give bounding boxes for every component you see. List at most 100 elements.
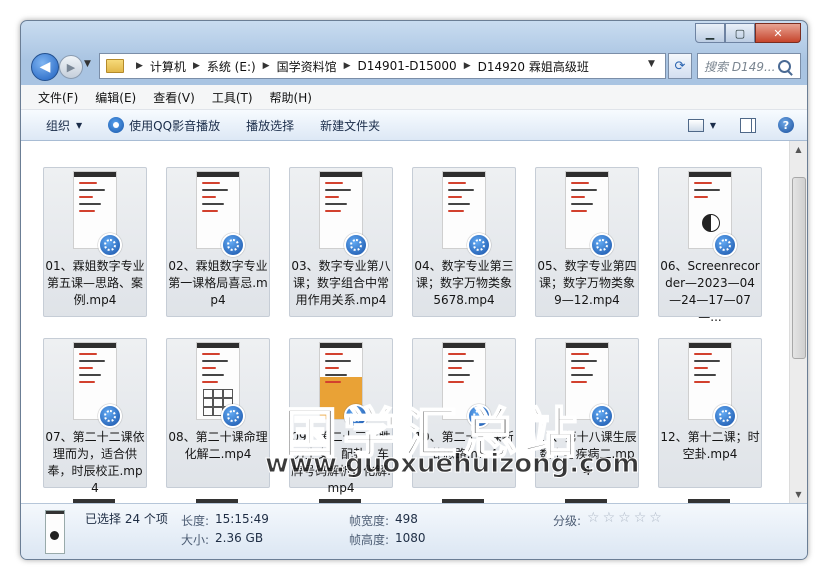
frame-width-value: 498 [395, 512, 418, 526]
file-item[interactable]: 03、数字专业第八课；数字组合中常用作用关系.mp4 [289, 167, 393, 319]
qq-player-icon [467, 233, 491, 257]
selection-thumbnail [45, 510, 65, 554]
file-item[interactable]: 12、第十二课；时空卦.mp4 [658, 338, 762, 490]
file-item[interactable]: 06、Screenrecorder—2023—04—24—17—07—... [658, 167, 762, 324]
chevron-right-icon[interactable]: ▶ [263, 61, 270, 71]
maximize-button[interactable]: ▢ [725, 23, 755, 43]
preview-pane-icon[interactable] [740, 117, 756, 133]
organize-button[interactable]: 组织 ▼ [46, 117, 82, 134]
file-item[interactable]: 07、第二十二课依理而为，适合供奉，时辰校正.mp4 [43, 338, 147, 495]
chevron-right-icon[interactable]: ▶ [344, 61, 351, 71]
file-item[interactable]: 02、霖姐数字专业第一课格局喜忌.mp4 [166, 167, 270, 319]
forward-arrow-icon: ▶ [66, 60, 76, 74]
scroll-down-icon[interactable]: ▼ [790, 486, 807, 503]
selected-count: 已选择 24 个项 [85, 512, 168, 526]
back-button[interactable]: ◀ [31, 53, 59, 81]
breadcrumb-library[interactable]: 国学资料馆 [276, 58, 338, 75]
rating-label: 分级: [553, 514, 582, 528]
menu-edit[interactable]: 编辑(E) [95, 89, 136, 106]
recent-pages-dropdown[interactable]: ▼ [84, 59, 91, 69]
organize-label: 组织 [46, 118, 71, 133]
play-with-qq-label: 使用QQ影音播放 [129, 118, 221, 133]
play-selection-label: 播放选择 [246, 118, 295, 133]
back-arrow-icon: ◀ [39, 59, 51, 75]
play-with-qq-button[interactable]: 使用QQ影音播放 [108, 117, 220, 134]
caption-buttons: ▁ ▢ ✕ [695, 23, 801, 43]
breadcrumb-drive[interactable]: 系统 (E:) [206, 58, 257, 75]
menu-view[interactable]: 查看(V) [153, 89, 195, 106]
file-name: 07、第二十二课依理而为，适合供奉，时辰校正.mp4 [45, 430, 145, 495]
scroll-up-icon[interactable]: ▲ [790, 141, 807, 158]
vertical-scrollbar[interactable]: ▲ ▼ [789, 141, 807, 503]
size-value: 2.36 GB [215, 531, 264, 545]
new-folder-button[interactable]: 新建文件夹 [320, 117, 380, 134]
file-item[interactable]: 05、数字专业第四课；数字万物类象9—12.mp4 [535, 167, 639, 319]
breadcrumb-range[interactable]: D14901-D15000 [357, 59, 458, 73]
minimize-button[interactable]: ▁ [695, 23, 725, 43]
command-bar: 组织 ▼ 使用QQ影音播放 播放选择 新建文件夹 ▼ ? [21, 110, 807, 141]
qq-player-icon [98, 233, 122, 257]
address-bar[interactable]: ▶ 计算机 ▶ 系统 (E:) ▶ 国学资料馆 ▶ D14901-D15000 … [99, 53, 666, 79]
star-icon[interactable]: ☆ [603, 511, 616, 525]
size-label: 大小: [181, 533, 210, 547]
menu-bar: 文件(F) 编辑(E) 查看(V) 工具(T) 帮助(H) [21, 85, 807, 110]
details-pane: 已选择 24 个项 长度: 15:15:49 大小: 2.36 GB 帧宽度: … [21, 503, 807, 559]
length-label: 长度: [181, 514, 210, 528]
file-name: 05、数字专业第四课；数字万物类象9—12.mp4 [537, 259, 637, 307]
star-icon[interactable]: ☆ [618, 511, 631, 525]
file-name: 08、第二十课命理化解二.mp4 [168, 430, 268, 461]
qq-player-icon [590, 233, 614, 257]
file-name: 04、数字专业第三课；数字万物类象5678.mp4 [414, 259, 514, 307]
file-name: 01、霖姐数字专业第五课—思路、案例.mp4 [45, 259, 145, 307]
refresh-button[interactable]: ⟳ [668, 53, 692, 79]
chevron-right-icon[interactable]: ▶ [193, 61, 200, 71]
watermark-url: www.guoxuehuizong.com [264, 449, 640, 480]
rating-stars[interactable]: ☆ ☆ ☆ ☆ ☆ [587, 511, 662, 525]
qq-player-icon [713, 233, 737, 257]
qq-player-icon [221, 233, 245, 257]
file-item[interactable]: 04、数字专业第三课；数字万物类象5678.mp4 [412, 167, 516, 319]
file-name: 12、第十二课；时空卦.mp4 [660, 430, 760, 461]
search-placeholder: 搜索 D149... [704, 59, 776, 74]
menu-file[interactable]: 文件(F) [38, 89, 78, 106]
star-icon[interactable]: ☆ [649, 511, 662, 525]
help-icon[interactable]: ? [778, 117, 794, 133]
qq-player-icon [590, 404, 614, 428]
frame-height-value: 1080 [395, 531, 426, 545]
scrollbar-thumb[interactable] [792, 177, 806, 359]
toolbar-right: ▼ ? [687, 110, 807, 140]
qq-player-icon [713, 404, 737, 428]
qq-player-icon [344, 233, 368, 257]
play-selection-button[interactable]: 播放选择 [246, 117, 294, 134]
chevron-right-icon[interactable]: ▶ [136, 61, 143, 71]
file-list: 01、霖姐数字专业第五课—思路、案例.mp4 02、霖姐数字专业第一课格局喜忌.m… [21, 141, 807, 503]
chevron-down-icon: ▼ [76, 120, 83, 130]
address-history-dropdown[interactable]: ▼ [648, 59, 655, 69]
menu-help[interactable]: 帮助(H) [270, 89, 312, 106]
file-item[interactable]: 08、第二十课命理化解二.mp4 [166, 338, 270, 490]
search-input[interactable]: 搜索 D149... [697, 53, 801, 79]
qq-player-icon [98, 404, 122, 428]
star-icon[interactable]: ☆ [634, 511, 647, 525]
refresh-icon: ⟳ [674, 58, 686, 74]
close-button[interactable]: ✕ [755, 23, 801, 43]
search-icon[interactable] [778, 59, 791, 73]
new-folder-label: 新建文件夹 [320, 118, 381, 133]
change-view-icon[interactable] [687, 118, 704, 132]
length-value: 15:15:49 [215, 512, 269, 526]
breadcrumb-computer[interactable]: 计算机 [149, 58, 187, 75]
file-name: 02、霖姐数字专业第一课格局喜忌.mp4 [168, 259, 268, 307]
frame-height-label: 帧高度: [349, 533, 390, 547]
qq-player-icon [108, 117, 125, 133]
forward-button[interactable]: ▶ [59, 55, 83, 79]
breadcrumb-current-folder[interactable]: D14920 霖姐高级班 [477, 58, 590, 75]
file-name: 06、Screenrecorder—2023—04—24—17—07—... [660, 259, 760, 324]
chevron-right-icon[interactable]: ▶ [464, 61, 471, 71]
view-options-dropdown-icon[interactable]: ▼ [710, 121, 716, 130]
file-item[interactable]: 01、霖姐数字专业第五课—思路、案例.mp4 [43, 167, 147, 319]
folder-icon [106, 59, 124, 73]
explorer-window: ▁ ▢ ✕ ◀ ▶ ▼ ▶ 计算机 ▶ 系统 (E:) ▶ 国学资料馆 ▶ D1… [20, 20, 808, 560]
menu-tools[interactable]: 工具(T) [212, 89, 253, 106]
star-icon[interactable]: ☆ [587, 511, 600, 525]
frame-width-label: 帧宽度: [349, 514, 390, 528]
